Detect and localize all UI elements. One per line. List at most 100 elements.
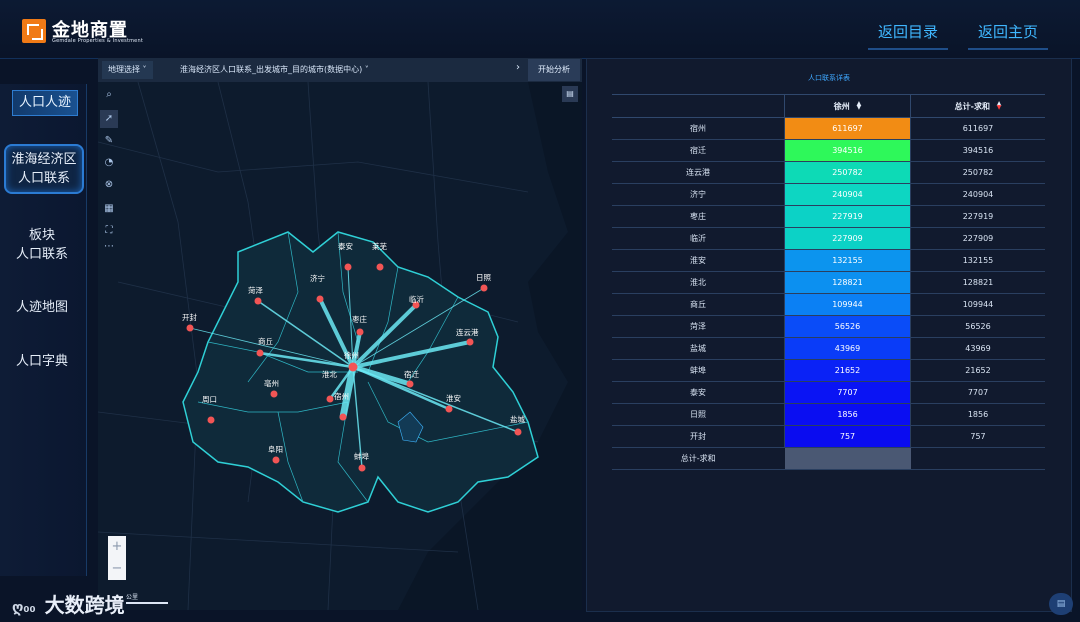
brand-logo: ღ₀₀ 大数跨境 [12, 589, 125, 618]
chat-icon[interactable]: ▤ [1049, 593, 1073, 615]
column-header-total[interactable]: 总计-求和 ▲ ▼ [910, 94, 1045, 118]
total-value-cell: 7707 [910, 381, 1045, 404]
city-cell: 蚌埠 [612, 359, 785, 382]
table-row[interactable]: 盐城 43969 43969 [612, 337, 1045, 360]
city-label: 莱芜 [372, 241, 387, 251]
total-value-cell: 132155 [910, 249, 1045, 272]
sidebar-item-label: 人口联系 [17, 171, 70, 186]
sort-icon[interactable]: ▲ ▼ [857, 101, 862, 111]
city-cell: 宿迁 [612, 139, 785, 162]
sidebar-item-huaihai-population[interactable]: 淮海经济区 人口联系 [4, 144, 84, 194]
city-cell: 菏泽 [612, 315, 785, 338]
xuzhou-value-cell: 128821 [784, 271, 911, 294]
city-label: 阜阳 [268, 444, 283, 454]
table-row[interactable]: 商丘 109944 109944 [612, 293, 1045, 316]
table-row[interactable]: 宿迁 394516 394516 [612, 139, 1045, 162]
geo-select-dropdown[interactable]: 地理选择 ˅ [102, 61, 153, 79]
back-to-catalog-button[interactable]: 返回目录 [868, 18, 949, 50]
xuzhou-value-cell: 7707 [784, 381, 911, 404]
search-icon[interactable]: ⌕ [100, 86, 118, 104]
city-cell: 日照 [612, 403, 785, 426]
city-cell: 宿州 [612, 117, 785, 140]
sort-icon[interactable]: ▲ ▼ [997, 101, 1002, 111]
xuzhou-value-cell: 611697 [784, 117, 911, 140]
zoom-control: + − [108, 536, 126, 580]
city-label: 淮安 [446, 393, 461, 403]
total-label: 总计-求和 [612, 447, 785, 470]
total-value-cell: 128821 [910, 271, 1045, 294]
city-label: 泰安 [338, 241, 353, 251]
population-link-table: 徐州 ▲ ▼ 总计-求和 ▲ ▼ 宿州 611697 611697 宿迁 394516 394… [612, 94, 1045, 470]
xuzhou-value-cell: 394516 [784, 139, 911, 162]
table-row[interactable]: 泰安 7707 7707 [612, 381, 1045, 404]
more-icon[interactable]: ⋯ [100, 238, 118, 256]
total-value-cell: 757 [910, 425, 1045, 448]
city-cell: 临沂 [612, 227, 785, 250]
total-value-cell: 1856 [910, 403, 1045, 426]
total-value-cell: 394516 [910, 139, 1045, 162]
map-icon[interactable]: ▦ [100, 200, 118, 218]
back-to-home-button[interactable]: 返回主页 [968, 18, 1049, 50]
city-cell: 淮安 [612, 249, 785, 272]
start-analysis-button[interactable]: 开始分析 [528, 59, 580, 81]
total-value-cell: 109944 [910, 293, 1045, 316]
xuzhou-value-cell: 21652 [784, 359, 911, 382]
sidebar: 人口人迹 淮海经济区 人口联系 板块 人口联系 人迹地图 人口字典 [0, 84, 87, 576]
city-label: 宿州 [334, 391, 349, 401]
clear-icon[interactable]: ⊗ [100, 176, 118, 194]
sidebar-section-title: 人口人迹 [12, 90, 78, 116]
table-row[interactable]: 淮北 128821 128821 [612, 271, 1045, 294]
brand-mark: ღ₀₀ [12, 600, 36, 616]
table-row[interactable]: 蚌埠 21652 21652 [612, 359, 1045, 382]
xuzhou-value-cell: 43969 [784, 337, 911, 360]
pointer-icon[interactable]: ➚ [100, 110, 118, 128]
zoom-in-button[interactable]: + [108, 536, 126, 558]
total-value-cell: 240904 [910, 183, 1045, 206]
city-label: 盐城 [510, 414, 525, 424]
xuzhou-value-cell: 250782 [784, 161, 911, 184]
city-label: 蚌埠 [354, 451, 369, 461]
city-cell: 商丘 [612, 293, 785, 316]
brand-name: 大数跨境 [44, 593, 125, 617]
total-value-cell: 43969 [910, 337, 1045, 360]
scale-label: 公里 [126, 594, 139, 601]
table-row[interactable]: 淮安 132155 132155 [612, 249, 1045, 272]
sidebar-item-label: 人口字典 [15, 354, 68, 369]
city-cell: 连云港 [612, 161, 785, 184]
chevron-right-icon[interactable]: › [516, 62, 520, 73]
xuzhou-value-cell: 240904 [784, 183, 911, 206]
total-total-cell [910, 447, 1045, 470]
sidebar-item-footprint-map[interactable]: 人迹地图 [4, 298, 80, 317]
measure-icon[interactable]: ◔ [100, 154, 118, 172]
column-header-label: 总计-求和 [954, 101, 990, 111]
city-label: 宿迁 [404, 369, 419, 379]
map-canvas[interactable]: 泰安 莱芜 济宁 日照 菏泽 临沂 枣庄 开封 连云港 商丘 徐州 宿迁 亳州 … [98, 82, 582, 610]
table-row[interactable]: 菏泽 56526 56526 [612, 315, 1045, 338]
table-row[interactable]: 临沂 227909 227909 [612, 227, 1045, 250]
legend-icon[interactable]: ▤ [562, 86, 578, 102]
sidebar-item-label: 板块 [28, 228, 55, 243]
table-row[interactable]: 连云港 250782 250782 [612, 161, 1045, 184]
table-row[interactable]: 宿州 611697 611697 [612, 117, 1045, 140]
city-cell: 泰安 [612, 381, 785, 404]
zoom-out-button[interactable]: − [108, 558, 126, 580]
total-value-cell: 56526 [910, 315, 1045, 338]
scale-bar [126, 602, 168, 604]
xuzhou-value-cell: 757 [784, 425, 911, 448]
pen-icon[interactable]: ✎ [100, 132, 118, 150]
table-row[interactable]: 济宁 240904 240904 [612, 183, 1045, 206]
table-row[interactable]: 开封 757 757 [612, 425, 1045, 448]
table-row[interactable]: 枣庄 227919 227919 [612, 205, 1045, 228]
city-label: 徐州 [344, 350, 359, 360]
city-cell: 开封 [612, 425, 785, 448]
sidebar-item-block-population[interactable]: 板块 人口联系 [4, 226, 80, 264]
column-header-xuzhou[interactable]: 徐州 ▲ ▼ [784, 94, 911, 118]
xuzhou-value-cell: 109944 [784, 293, 911, 316]
dataset-label: 淮海经济区人口联系_出发城市_目的城市(数据中心) [180, 65, 363, 74]
geo-select-label: 地理选择 [108, 65, 140, 74]
sidebar-item-population-dictionary[interactable]: 人口字典 [4, 352, 80, 371]
dataset-select[interactable]: 淮海经济区人口联系_出发城市_目的城市(数据中心) ˅ [180, 64, 369, 75]
city-cell: 淮北 [612, 271, 785, 294]
table-row[interactable]: 日照 1856 1856 [612, 403, 1045, 426]
xuzhou-value-cell: 1856 [784, 403, 911, 426]
